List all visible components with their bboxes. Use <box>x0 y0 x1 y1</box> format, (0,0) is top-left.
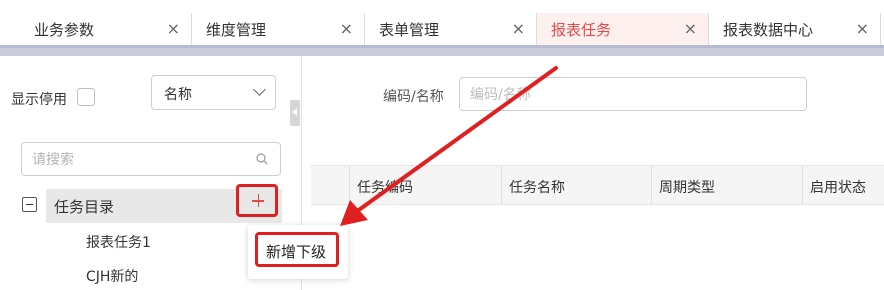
tab-strip-divider <box>0 45 884 48</box>
column-header-enabled-status[interactable]: 启用状态 <box>802 166 884 204</box>
task-table-header: 任务编码 任务名称 周期类型 启用状态 <box>311 165 884 205</box>
tab-label: 报表任务 <box>551 21 612 39</box>
column-header-task-name[interactable]: 任务名称 <box>501 166 651 204</box>
code-name-filter-input[interactable] <box>470 85 790 105</box>
code-name-filter-label: 编码/名称 <box>383 89 444 105</box>
context-menu: 新增下级 <box>248 225 348 279</box>
tree-node-label: 任务目录 <box>54 198 115 216</box>
tab-label: 报表数据中心 <box>723 21 814 39</box>
column-header-task-code[interactable]: 任务编码 <box>349 166 501 204</box>
add-child-button[interactable] <box>236 184 278 217</box>
close-icon[interactable]: × <box>684 20 697 38</box>
code-name-filter-box[interactable] <box>459 77 807 111</box>
close-icon[interactable]: × <box>512 20 525 38</box>
plus-icon-stroke <box>257 194 259 207</box>
close-icon[interactable]: × <box>167 20 180 38</box>
column-header-label: 周期类型 <box>659 180 715 196</box>
tree-collapse-toggle[interactable] <box>22 197 37 212</box>
column-header-label: 启用状态 <box>810 180 866 196</box>
tab-business-params[interactable]: 业务参数 × <box>0 13 192 45</box>
close-icon[interactable]: × <box>856 20 869 38</box>
tab-label: 维度管理 <box>206 21 267 39</box>
search-icon[interactable] <box>256 153 268 165</box>
collapse-panel-icon[interactable] <box>290 100 300 126</box>
tab-label: 表单管理 <box>379 21 440 39</box>
column-header-period-type[interactable]: 周期类型 <box>651 166 802 204</box>
menu-item-label: 新增下级 <box>266 243 327 261</box>
search-field-select[interactable]: 名称 <box>151 75 276 110</box>
column-header-label: 任务编码 <box>357 180 413 196</box>
show-disabled-label: 显示停用 <box>11 92 67 108</box>
tab-dimension-management[interactable]: 维度管理 × <box>192 13 365 45</box>
add-sublevel-menu-item[interactable]: 新增下级 <box>255 232 339 267</box>
tab-report-data-center[interactable]: 报表数据中心 × <box>709 13 881 45</box>
tab-report-task[interactable]: 报表任务 × <box>537 13 709 45</box>
column-header-label: 任务名称 <box>509 180 565 196</box>
tree-search-input[interactable] <box>32 150 242 170</box>
tree-search-box[interactable] <box>21 142 281 176</box>
search-field-select-value: 名称 <box>164 87 192 103</box>
tree-node-cjh-new[interactable]: CJH新的 <box>86 266 138 286</box>
chevron-down-icon <box>253 83 266 96</box>
tab-form-management[interactable]: 表单管理 × <box>365 13 537 45</box>
show-disabled-checkbox[interactable] <box>77 88 95 106</box>
tab-bar: 业务参数 × 维度管理 × 表单管理 × 报表任务 × 报表数据中心 × <box>0 0 884 56</box>
close-icon[interactable]: × <box>340 20 353 38</box>
tab-label: 业务参数 <box>34 21 95 39</box>
tree-node-report-task-1[interactable]: 报表任务1 <box>86 232 151 252</box>
